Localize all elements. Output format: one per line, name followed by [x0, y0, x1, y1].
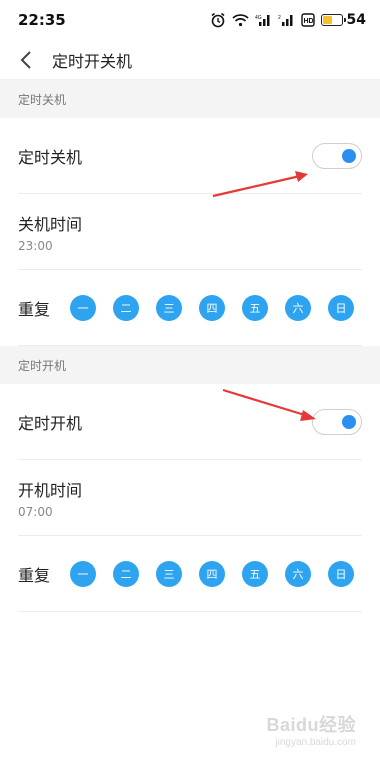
shutdown-toggle-row[interactable]: 定时关机: [18, 118, 362, 194]
shutdown-day-sun[interactable]: 日: [328, 294, 354, 321]
shutdown-days: 一 二 三 四 五 六 日: [70, 294, 354, 321]
shutdown-toggle-label: 定时关机: [18, 147, 83, 167]
startup-day-tue[interactable]: 二: [113, 560, 139, 587]
status-icons: 4G 2 HD 54: [210, 12, 366, 28]
startup-day-fri[interactable]: 五: [242, 560, 268, 587]
section-header-shutdown: 定时关机: [0, 80, 380, 118]
page-title: 定时开关机: [52, 51, 133, 71]
startup-toggle-row[interactable]: 定时开机: [18, 384, 362, 460]
startup-time-value: 07:00: [18, 504, 53, 519]
startup-day-thu[interactable]: 四: [199, 560, 225, 587]
section-header-startup: 定时开机: [0, 346, 380, 384]
shutdown-day-thu[interactable]: 四: [199, 294, 225, 321]
wifi-icon: [231, 13, 249, 27]
startup-toggle-label: 定时开机: [18, 413, 83, 433]
svg-text:4G: 4G: [255, 15, 262, 21]
shutdown-day-wed[interactable]: 三: [156, 294, 182, 321]
watermark-url: jingyan.baidu.com: [275, 737, 356, 748]
svg-text:2: 2: [278, 15, 281, 21]
startup-repeat-row: 重复 一 二 三 四 五 六 日: [18, 536, 362, 612]
shutdown-day-mon[interactable]: 一: [70, 294, 96, 321]
shutdown-time-row[interactable]: 关机时间 23:00: [18, 194, 362, 270]
startup-day-sat[interactable]: 六: [285, 560, 311, 587]
startup-days: 一 二 三 四 五 六 日: [70, 560, 354, 587]
back-arrow-icon: [20, 50, 31, 69]
startup-time-row[interactable]: 开机时间 07:00: [18, 460, 362, 536]
shutdown-day-fri[interactable]: 五: [242, 294, 268, 321]
watermark-logo: Baidu经验: [266, 715, 356, 735]
back-button[interactable]: [14, 48, 38, 72]
startup-time-label: 开机时间: [18, 480, 83, 500]
svg-text:HD: HD: [303, 18, 313, 25]
shutdown-time-value: 23:00: [18, 238, 53, 253]
battery-icon: [320, 14, 346, 26]
startup-toggle-switch[interactable]: [312, 408, 362, 435]
startup-day-mon[interactable]: 一: [70, 560, 96, 587]
app-header: 定时开关机: [0, 40, 380, 80]
shutdown-repeat-row: 重复 一 二 三 四 五 六 日: [18, 270, 362, 346]
watermark: Baidu经验 jingyan.baidu.com: [266, 711, 356, 748]
signal-icon-sim1: 4G: [255, 13, 272, 27]
shutdown-day-tue[interactable]: 二: [113, 294, 139, 321]
battery-indicator: 54: [320, 12, 366, 28]
shutdown-time-label: 关机时间: [18, 214, 83, 234]
startup-day-wed[interactable]: 三: [156, 560, 182, 587]
alarm-icon: [210, 12, 226, 28]
signal-icon-sim2: 2: [278, 13, 295, 27]
status-bar: 22:35 4G 2 HD 54: [0, 0, 380, 40]
shutdown-toggle-switch[interactable]: [312, 142, 362, 169]
startup-repeat-label: 重复: [18, 565, 51, 585]
hd-icon: HD: [300, 13, 315, 27]
shutdown-day-sat[interactable]: 六: [285, 294, 311, 321]
startup-day-sun[interactable]: 日: [328, 560, 354, 587]
battery-percent: 54: [346, 12, 366, 28]
status-time: 22:35: [18, 11, 66, 29]
shutdown-repeat-label: 重复: [18, 299, 51, 319]
